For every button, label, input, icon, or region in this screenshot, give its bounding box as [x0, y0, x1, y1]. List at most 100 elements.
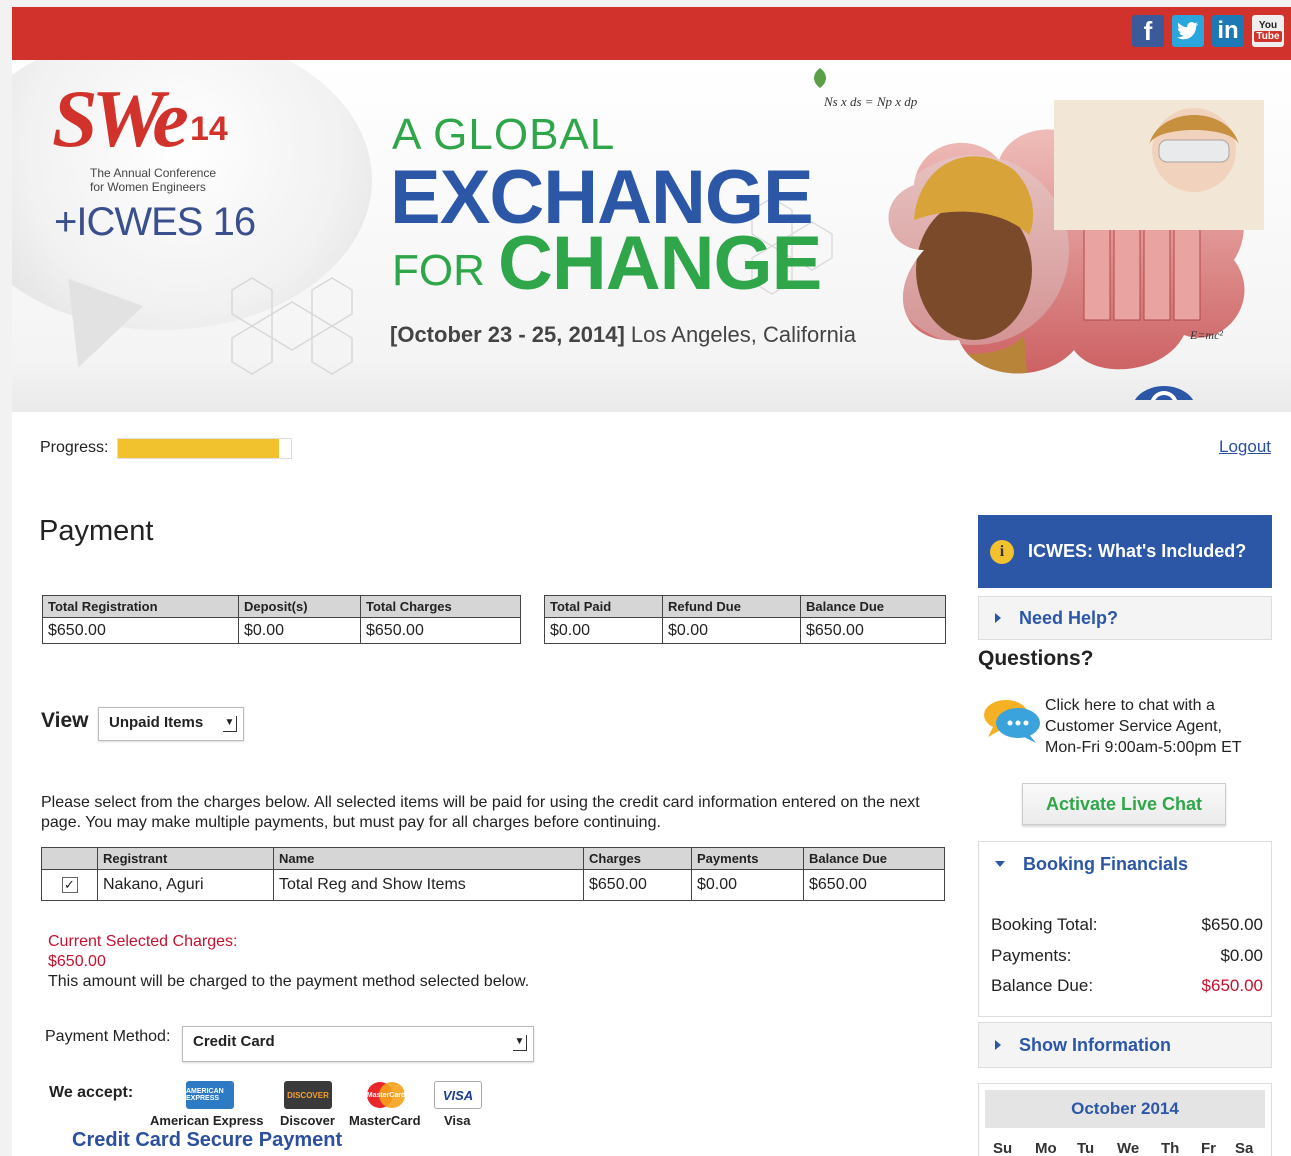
- calendar-day-friday: Fr: [1201, 1140, 1216, 1156]
- swe-logo-year: 14: [190, 110, 228, 148]
- charge-name: Total Reg and Show Items: [273, 869, 584, 901]
- charge-charges: $650.00: [583, 869, 692, 901]
- youtube-glyph-top: You: [1258, 20, 1278, 31]
- calendar-day-sunday: Su: [993, 1140, 1013, 1156]
- chat-text-line-1: Click here to chat with a: [1045, 697, 1215, 714]
- charge-payments: $0.00: [691, 869, 804, 901]
- charges-header-row: Registrant Name Charges Payments Balance…: [41, 847, 945, 870]
- view-filter-select[interactable]: Unpaid Items ▼: [98, 707, 244, 741]
- balance-due-value: $650.00: [1201, 976, 1263, 995]
- visa-badge-text: VISA: [442, 1087, 474, 1103]
- balance-due-label: Balance Due:: [991, 976, 1094, 995]
- youtube-icon[interactable]: You Tube: [1252, 15, 1284, 47]
- amex-card-icon: AMERICAN EXPRESS: [186, 1081, 234, 1109]
- summary-header-refund-due: Refund Due: [662, 595, 801, 618]
- summary-header-row: Total Paid Refund Due Balance Due: [544, 595, 946, 618]
- payment-method-value: Credit Card: [193, 1033, 275, 1050]
- whats-included-button[interactable]: i ICWES: What's Included?: [978, 515, 1272, 588]
- twitter-bird-icon: [1177, 22, 1199, 40]
- charges-header-payments: Payments: [691, 847, 804, 870]
- calendar-day-monday: Mo: [1035, 1140, 1057, 1156]
- chevron-down-icon: ▼: [513, 1035, 527, 1051]
- need-help-header[interactable]: Need Help?: [979, 597, 1271, 639]
- logout-link[interactable]: Logout: [1219, 437, 1271, 457]
- charges-table: Registrant Name Charges Payments Balance…: [41, 847, 945, 901]
- engineers-photo-collage: [888, 100, 1264, 400]
- charge-checkbox[interactable]: ✓: [61, 877, 78, 893]
- booking-financials-header[interactable]: Booking Financials: [979, 842, 1271, 886]
- summary-total-registration: $650.00: [42, 617, 239, 644]
- headline-for: FOR: [392, 246, 485, 295]
- conference-banner: SWe 14 The Annual Conference for Women E…: [12, 60, 1291, 412]
- chevron-down-icon: ▼: [223, 716, 237, 732]
- linkedin-icon[interactable]: in: [1212, 15, 1244, 47]
- swe-logo: SWe: [52, 73, 189, 164]
- mastercard-badge-text: MasterCard: [366, 1091, 406, 1099]
- booking-total-label: Booking Total:: [991, 915, 1098, 934]
- caret-down-icon: [995, 861, 1005, 867]
- show-information-header[interactable]: Show Information: [979, 1023, 1271, 1067]
- selected-charges-amount: $650.00: [48, 953, 106, 970]
- leaf-icon: [814, 68, 826, 88]
- facebook-icon[interactable]: f: [1132, 15, 1164, 47]
- summary-total-paid: $0.00: [544, 617, 663, 644]
- summary-header-total-paid: Total Paid: [544, 595, 663, 618]
- calendar-day-thursday: Th: [1161, 1140, 1180, 1156]
- view-filter-value: Unpaid Items: [109, 714, 204, 731]
- charges-header-charges: Charges: [583, 847, 692, 870]
- calendar-day-wednesday: We: [1117, 1140, 1140, 1156]
- payments-label: Payments:: [991, 946, 1072, 965]
- need-help-label: Need Help?: [1019, 607, 1119, 628]
- payment-method-label: Payment Method:: [45, 1028, 171, 1045]
- discover-label: Discover: [280, 1113, 335, 1128]
- hexagon-pattern-graphic: [231, 277, 353, 375]
- summary-total-charges: $650.00: [360, 617, 521, 644]
- linkedin-glyph: in: [1217, 17, 1239, 44]
- progress-bar-fill: [118, 439, 279, 458]
- visa-card-icon: VISA: [434, 1081, 482, 1109]
- booking-financials-title: Booking Financials: [1023, 853, 1189, 874]
- payment-instructions: Please select from the charges below. Al…: [41, 794, 920, 831]
- questions-heading: Questions?: [978, 647, 1094, 670]
- financial-row-booking-total: Booking Total: $650.00: [991, 915, 1263, 935]
- financial-row-balance-due: Balance Due: $650.00: [991, 976, 1263, 996]
- summary-header-deposits: Deposit(s): [238, 595, 361, 618]
- payment-method-select[interactable]: Credit Card ▼: [182, 1026, 534, 1062]
- chat-text-line-3: Mon-Fri 9:00am-5:00pm ET: [1045, 739, 1242, 756]
- activate-live-chat-button[interactable]: Activate Live Chat: [1022, 783, 1226, 825]
- whats-included-label: ICWES: What's Included?: [1028, 541, 1247, 561]
- charges-header-select: [41, 847, 98, 870]
- twitter-icon[interactable]: [1172, 15, 1204, 47]
- location-text: Los Angeles, California: [630, 322, 856, 347]
- booking-total-value: $650.00: [1201, 915, 1263, 934]
- summary-header-total-charges: Total Charges: [360, 595, 521, 618]
- summary-value-row: $0.00 $0.00 $650.00: [544, 617, 946, 644]
- chat-text-line-2: Customer Service Agent,: [1045, 718, 1222, 735]
- info-icon: i: [990, 539, 1014, 564]
- we-accept-label: We accept:: [49, 1084, 134, 1101]
- summary-header-row: Total Registration Deposit(s) Total Char…: [42, 595, 521, 618]
- chat-bubbles-icon[interactable]: [982, 695, 1042, 745]
- summary-balance-due: $650.00: [800, 617, 946, 644]
- icwes-logo: +ICWES 16: [54, 200, 256, 244]
- amex-badge-text: AMERICAN EXPRESS: [186, 1088, 224, 1102]
- amex-label: American Express: [150, 1113, 264, 1128]
- summary-refund-due: $0.00: [662, 617, 801, 644]
- dates-text: [October 23 - 25, 2014]: [390, 322, 625, 347]
- logo-subtitle-line-1: The Annual Conference: [90, 166, 217, 180]
- summary-header-balance-due: Balance Due: [800, 595, 946, 618]
- page-title: Payment: [39, 515, 154, 547]
- caret-right-icon: [995, 613, 1001, 623]
- show-information-panel[interactable]: Show Information: [978, 1022, 1272, 1068]
- formula-emc2: E=mc²: [1190, 328, 1224, 342]
- conference-dates: [October 23 - 25, 2014] Los Angeles, Cal…: [390, 322, 856, 348]
- charge-checkbox-cell: ✓: [41, 869, 98, 901]
- charges-header-balance-due: Balance Due: [803, 847, 945, 870]
- facebook-glyph: f: [1143, 15, 1153, 46]
- need-help-panel[interactable]: Need Help?: [978, 596, 1272, 640]
- payments-value: $0.00: [1220, 946, 1263, 965]
- calendar-widget: October 2014 Su Mo Tu We Th Fr Sa: [978, 1083, 1272, 1156]
- calendar-day-tuesday: Tu: [1077, 1140, 1095, 1156]
- chat-description[interactable]: Click here to chat with a Customer Servi…: [1045, 695, 1242, 758]
- logo-subtitle-line-2: for Women Engineers: [90, 180, 206, 194]
